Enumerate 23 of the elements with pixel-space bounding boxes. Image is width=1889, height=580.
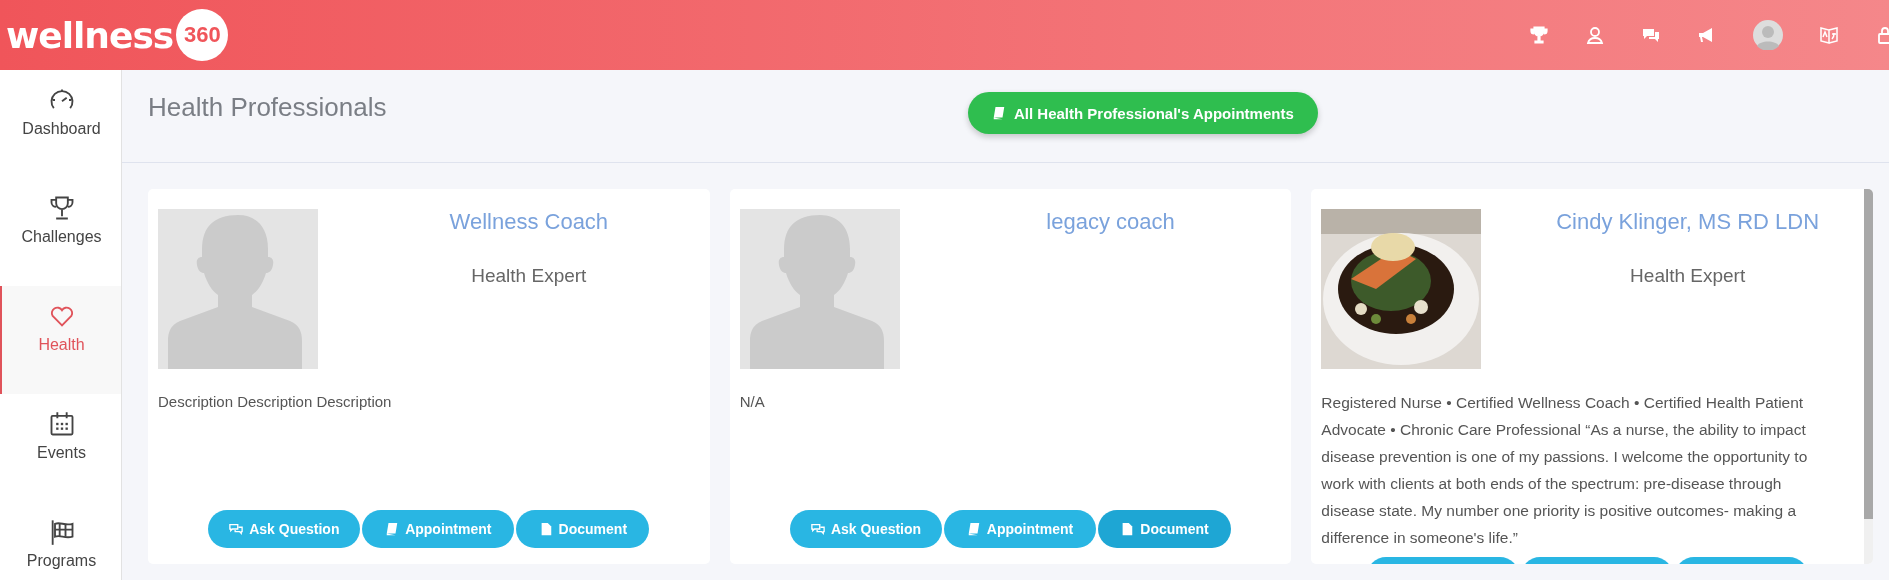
professional-name[interactable]: legacy coach bbox=[899, 209, 1282, 235]
professional-role: Health Expert bbox=[470, 265, 588, 287]
sidebar-item[interactable]: Health bbox=[0, 286, 121, 394]
logo-badge: 360 bbox=[176, 9, 229, 61]
professional-description: Registered Nurse • Certified Wellness Coach • Certified Health Patient Advocate • Chronic Care Professional “As a nurse, the ability to impact disease prevention is one of my passions. I welcome the opportunity to work with clients at both ends of the spectrum: pre-disease through disease state. My number one priority is positive outcomes- making a difference in someone's life.” bbox=[1321, 393, 1809, 548]
action-button[interactable]: Appointment bbox=[362, 510, 515, 548]
page-title: Health Professionals bbox=[148, 91, 388, 123]
sidebar-item[interactable]: Dashboard bbox=[0, 70, 121, 178]
action-button[interactable]: Appointment bbox=[944, 510, 1096, 548]
sidebar-item[interactable]: Programs bbox=[0, 502, 121, 580]
action-button[interactable]: Document bbox=[516, 510, 650, 548]
professional-name[interactable]: Wellness Coach bbox=[318, 209, 700, 235]
action-button[interactable]: Document bbox=[1098, 510, 1231, 548]
sidebar-item[interactable]: Challenges bbox=[0, 178, 121, 286]
professional-role: Health Expert bbox=[1629, 265, 1747, 287]
professional-description: N/A bbox=[739, 392, 766, 412]
action-button[interactable]: Ask Question bbox=[208, 510, 361, 548]
appointments-button[interactable]: All Health Professional's Appointments bbox=[968, 92, 1318, 134]
logo-text: wellness bbox=[6, 14, 174, 56]
action-button[interactable]: Ask Question bbox=[790, 510, 942, 548]
sidebar-item[interactable]: Events bbox=[0, 394, 121, 502]
professional-name[interactable]: Cindy Klinger, MS RD LDN bbox=[1481, 209, 1854, 235]
professional-description: Description Description Description bbox=[158, 392, 393, 412]
